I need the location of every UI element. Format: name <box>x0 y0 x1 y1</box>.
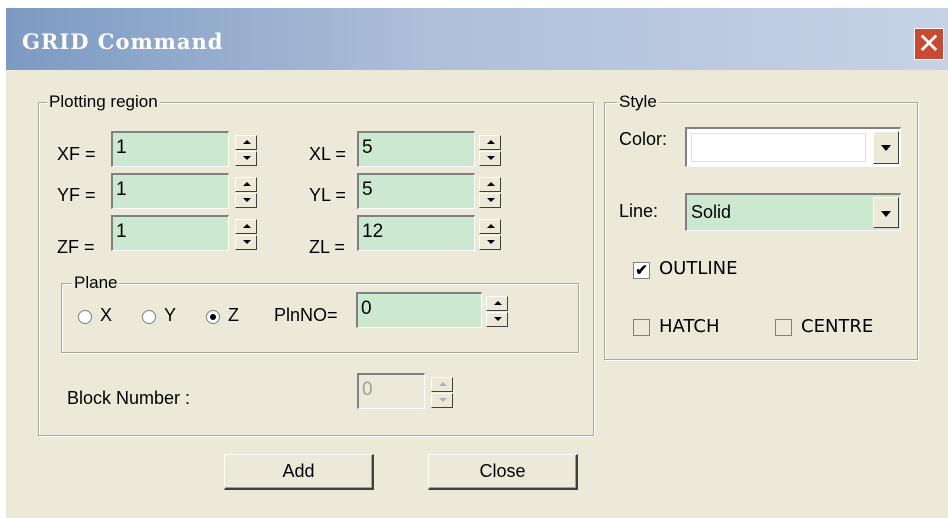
block-number-label: Block Number : <box>67 388 191 408</box>
style-label: Style <box>617 92 659 112</box>
close-window-button[interactable]: ✕ <box>914 28 944 60</box>
xl-field[interactable]: 5 <box>357 131 475 167</box>
close-icon: ✕ <box>917 28 941 59</box>
radio-y-label: Y <box>164 305 177 325</box>
yf-label: YF = <box>57 185 96 205</box>
spin-up-icon[interactable] <box>235 135 257 150</box>
style-group: Style Color: Line: Solid ✔ OUTLINE HATCH… <box>604 92 918 360</box>
spin-up-icon[interactable] <box>479 177 501 192</box>
centre-checkbox[interactable] <box>775 319 792 336</box>
chevron-down-icon[interactable] <box>873 197 899 228</box>
plotting-region-group: Plotting region XF = 1 YF = 1 ZF = 1 XL … <box>38 92 594 436</box>
yl-field[interactable]: 5 <box>357 173 475 209</box>
spin-up-icon[interactable] <box>235 177 257 192</box>
radio-y[interactable] <box>142 310 156 324</box>
radio-z[interactable] <box>206 310 220 324</box>
spin-down-icon[interactable] <box>235 193 257 208</box>
plotting-region-label: Plotting region <box>47 92 160 112</box>
yl-label: YL = <box>309 185 346 205</box>
zf-field[interactable]: 1 <box>111 215 229 251</box>
radio-x-label: X <box>100 305 113 325</box>
add-button[interactable]: Add <box>224 454 374 490</box>
radio-z-label: Z <box>228 305 239 325</box>
spin-down-icon[interactable] <box>479 193 501 208</box>
spin-up-icon <box>431 377 453 392</box>
spin-down-icon[interactable] <box>479 235 501 250</box>
radio-selected-dot <box>210 314 216 320</box>
spin-up-icon[interactable] <box>479 219 501 234</box>
line-select-value: Solid <box>691 202 732 222</box>
radio-x[interactable] <box>78 310 92 324</box>
title-bar[interactable]: GRID Command ✕ <box>6 8 948 70</box>
color-swatch <box>691 133 866 162</box>
xf-field[interactable]: 1 <box>111 131 229 167</box>
xl-label: XL = <box>309 144 346 164</box>
spin-down-icon[interactable] <box>235 235 257 250</box>
line-select[interactable]: Solid <box>685 193 901 231</box>
yf-field[interactable]: 1 <box>111 173 229 209</box>
outline-checkbox[interactable]: ✔ <box>633 262 650 279</box>
window-title: GRID Command <box>22 29 224 54</box>
spin-up-icon[interactable] <box>479 135 501 150</box>
spin-down-icon[interactable] <box>479 151 501 166</box>
hatch-checkbox[interactable] <box>633 319 650 336</box>
color-label: Color: <box>619 129 668 149</box>
zl-field[interactable]: 12 <box>357 215 475 251</box>
chevron-down-icon[interactable] <box>873 131 899 164</box>
centre-checkbox-label: CENTRE <box>801 316 874 337</box>
color-select[interactable] <box>685 127 901 167</box>
spin-up-icon[interactable] <box>486 296 508 311</box>
block-number-field: 0 <box>357 373 425 409</box>
plnno-label: PlnNO= <box>274 305 338 325</box>
hatch-checkbox-label: HATCH <box>659 316 720 337</box>
plnno-field[interactable]: 0 <box>356 292 482 328</box>
close-button[interactable]: Close <box>428 454 578 490</box>
outline-checkbox-label: OUTLINE <box>659 258 738 279</box>
spin-down-icon[interactable] <box>486 312 508 327</box>
zf-label: ZF = <box>57 237 95 257</box>
plane-group: Plane X Y Z PlnNO= 0 <box>61 273 579 353</box>
spin-down-icon <box>431 393 453 408</box>
spin-down-icon[interactable] <box>235 151 257 166</box>
zl-label: ZL = <box>309 237 345 257</box>
line-label: Line: <box>619 201 659 221</box>
spin-up-icon[interactable] <box>235 219 257 234</box>
xf-label: XF = <box>57 144 96 164</box>
grid-command-dialog: GRID Command ✕ Plotting region XF = 1 YF… <box>6 8 948 518</box>
plane-label: Plane <box>72 273 120 293</box>
